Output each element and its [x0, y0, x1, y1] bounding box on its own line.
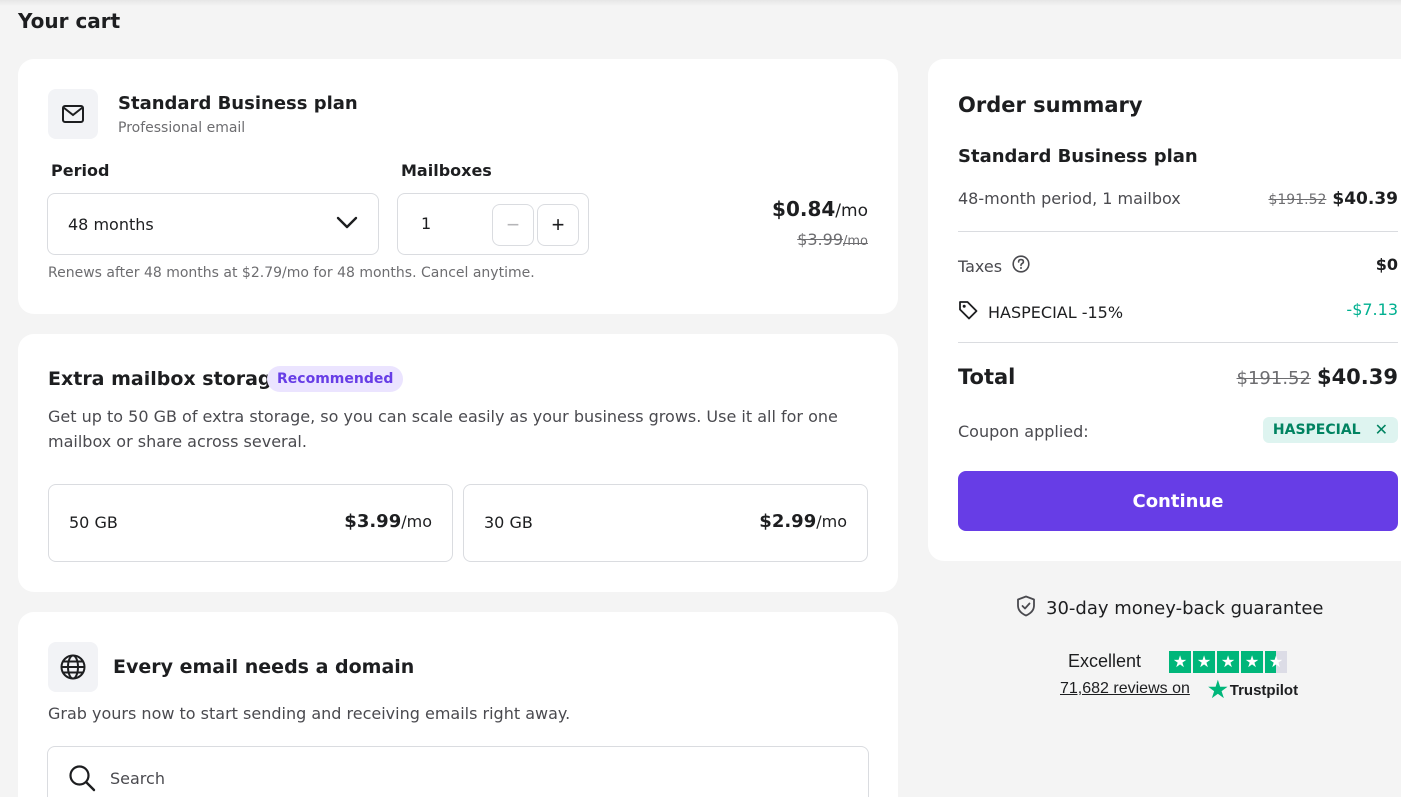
divider: [958, 231, 1398, 232]
plan-subtitle: Professional email: [118, 120, 246, 136]
chevron-down-icon: [336, 215, 358, 234]
storage-option-price: $2.99/mo: [759, 511, 847, 532]
total-price: $191.52 $40.39: [1237, 365, 1398, 389]
storage-option-30gb[interactable]: 30 GB $2.99/mo: [463, 484, 868, 562]
page-title: Your cart: [18, 9, 121, 33]
renewal-note: Renews after 48 months at $2.79/mo for 4…: [48, 265, 535, 281]
storage-option-price-unit: /mo: [816, 512, 847, 531]
discount-label: HASPECIAL -15%: [988, 302, 1124, 322]
period-label: Period: [51, 161, 110, 180]
total-label: Total: [958, 365, 1016, 389]
top-shadow: [0, 0, 1401, 6]
trustpilot-star-icon: ★: [1208, 677, 1228, 702]
tag-icon: [958, 300, 978, 324]
taxes-row: Taxes: [958, 255, 1030, 277]
storage-card: Extra mailbox storage Recommended Get up…: [18, 334, 898, 592]
storage-title: Extra mailbox storage: [48, 368, 285, 390]
plan-old-price-value: $3.99: [797, 230, 843, 249]
total-value: $40.39: [1316, 365, 1398, 389]
coupon-label: Coupon applied:: [958, 422, 1089, 441]
plan-name: Standard Business plan: [118, 93, 358, 114]
recommended-badge: Recommended: [267, 366, 404, 392]
order-summary-card: Order summary Standard Business plan 48-…: [928, 59, 1401, 561]
shield-check-icon: [1016, 595, 1036, 622]
mailboxes-quantity[interactable]: 1: [421, 214, 431, 233]
storage-option-price-unit: /mo: [401, 512, 432, 531]
divider: [958, 342, 1398, 343]
summary-plan-old-price: $191.52: [1268, 192, 1327, 208]
trustpilot-brand: Trustpilot: [1229, 681, 1299, 699]
search-icon: [68, 764, 96, 796]
domain-card: Every email needs a domain Grab yours no…: [18, 612, 898, 797]
trustpilot-logo[interactable]: ★ Trustpilot: [1208, 679, 1298, 701]
mailboxes-stepper: 1 − +: [397, 193, 589, 255]
storage-option-50gb[interactable]: 50 GB $3.99/mo: [48, 484, 453, 562]
globe-icon: [48, 642, 98, 692]
storage-option-size: 30 GB: [484, 513, 533, 532]
trustpilot-stars: ★ ★ ★ ★ ★: [1169, 651, 1287, 673]
star-icon: ★: [1217, 651, 1239, 673]
star-icon: ★: [1193, 651, 1215, 673]
mailboxes-label: Mailboxes: [401, 161, 492, 180]
star-icon: ★: [1241, 651, 1263, 673]
plan-price-value: $0.84: [772, 197, 836, 221]
storage-option-size: 50 GB: [69, 513, 118, 532]
star-icon: ★: [1169, 651, 1191, 673]
plan-price-unit: /mo: [835, 201, 868, 221]
continue-button[interactable]: Continue: [958, 471, 1398, 531]
period-value: 48 months: [68, 214, 154, 234]
summary-plan-price: $191.52 $40.39: [1268, 189, 1398, 209]
discount-row: HASPECIAL -15%: [958, 300, 1123, 324]
taxes-label: Taxes: [958, 256, 1003, 276]
increase-mailboxes-button[interactable]: +: [537, 204, 579, 246]
remove-coupon-icon[interactable]: ✕: [1375, 417, 1388, 443]
summary-plan-name: Standard Business plan: [958, 146, 1198, 167]
plan-old-price-unit: /mo: [843, 234, 868, 249]
trustpilot-reviews-link[interactable]: 71,682 reviews on: [1060, 680, 1190, 698]
storage-option-price-value: $3.99: [344, 511, 402, 532]
guarantee-text: 30-day money-back guarantee: [1046, 598, 1324, 619]
half-star-icon: ★: [1265, 651, 1287, 673]
mail-icon: [48, 89, 98, 139]
domain-search-box: [47, 746, 869, 797]
decrease-mailboxes-button[interactable]: −: [492, 204, 534, 246]
discount-value: -$7.13: [1346, 300, 1398, 319]
summary-plan-detail: 48-month period, 1 mailbox: [958, 189, 1181, 208]
plan-old-price: $3.99/mo: [797, 230, 868, 249]
total-old-price: $191.52: [1236, 368, 1311, 389]
period-select[interactable]: 48 months: [47, 193, 379, 255]
coupon-chip: HASPECIAL ✕: [1262, 417, 1398, 443]
trustpilot-rating-text: Excellent: [1068, 651, 1142, 671]
summary-plan-new-price: $40.39: [1332, 189, 1398, 209]
order-summary-title: Order summary: [958, 93, 1143, 117]
domain-title: Every email needs a domain: [113, 656, 415, 678]
domain-description: Grab yours now to start sending and rece…: [48, 704, 571, 723]
domain-search-input[interactable]: [110, 765, 810, 791]
taxes-value: $0: [1375, 255, 1398, 274]
storage-option-price-value: $2.99: [759, 511, 817, 532]
storage-option-price: $3.99/mo: [344, 511, 432, 532]
plan-card: Standard Business plan Professional emai…: [18, 59, 898, 314]
money-back-guarantee: 30-day money-back guarantee: [1016, 595, 1324, 622]
storage-description: Get up to 50 GB of extra storage, so you…: [48, 407, 838, 451]
coupon-code: HASPECIAL: [1272, 422, 1361, 438]
help-icon[interactable]: [1012, 255, 1030, 277]
plan-price: $0.84/mo: [772, 197, 868, 221]
